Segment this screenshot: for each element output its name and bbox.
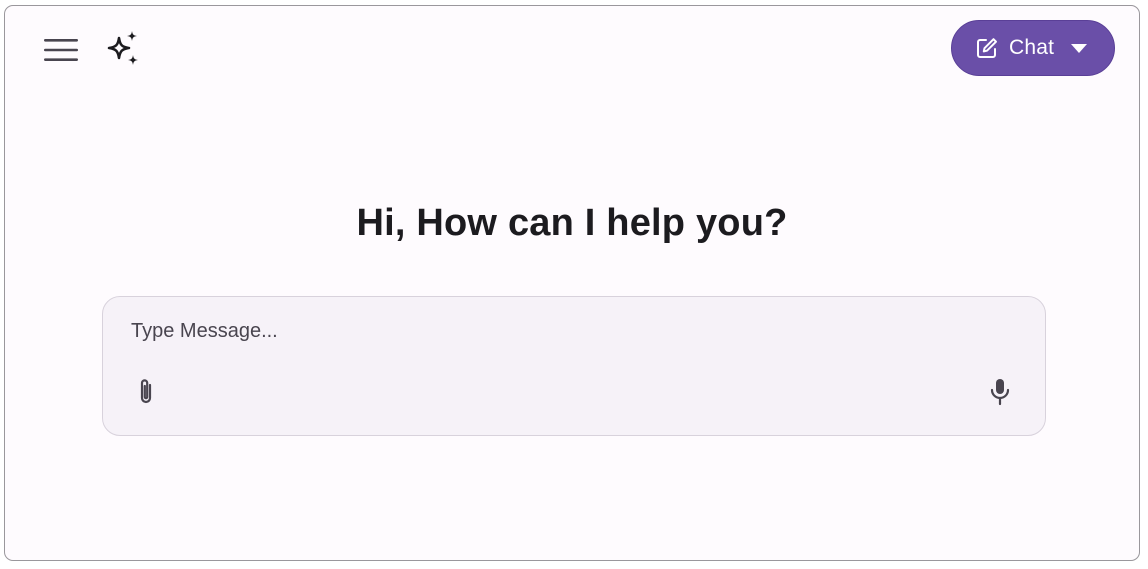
caret-down-icon xyxy=(1070,42,1088,54)
message-input[interactable] xyxy=(129,315,953,347)
hamburger-menu-icon[interactable] xyxy=(39,30,83,70)
edit-icon xyxy=(976,37,998,59)
sparkle-icon xyxy=(105,30,141,68)
paperclip-icon[interactable] xyxy=(131,375,161,409)
chat-mode-label: Chat xyxy=(1009,36,1055,59)
greeting-heading: Hi, How can I help you? xyxy=(356,202,788,244)
app-window: Chat Hi, How can I help you? xyxy=(4,5,1140,561)
chat-mode-dropdown-button[interactable]: Chat xyxy=(951,20,1115,76)
microphone-icon[interactable] xyxy=(985,375,1015,409)
message-composer xyxy=(102,296,1046,436)
